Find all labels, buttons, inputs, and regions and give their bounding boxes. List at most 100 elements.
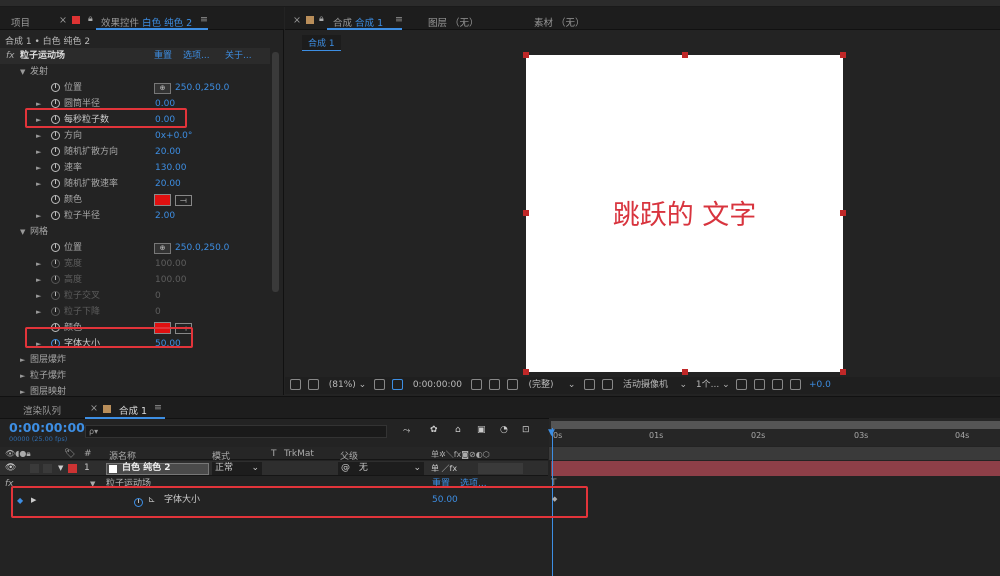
tab-timeline-comp[interactable]: 合成 1 bbox=[119, 403, 147, 417]
views-select[interactable]: 1个... ⌄ bbox=[696, 380, 730, 390]
graph-editor-icon[interactable]: ⊡ bbox=[522, 425, 530, 435]
group-grid[interactable]: ▼ 网格 bbox=[0, 224, 48, 240]
prop-value[interactable]: 2.00 bbox=[155, 208, 175, 224]
section-layer-explode[interactable]: ► 图层爆炸 bbox=[0, 352, 66, 368]
transform-handle[interactable] bbox=[523, 210, 529, 216]
transform-handle[interactable] bbox=[840, 369, 846, 375]
camera-select[interactable]: 活动摄像机 ⌄ bbox=[623, 380, 687, 390]
camera-icon[interactable] bbox=[470, 379, 482, 390]
monitor-icon[interactable] bbox=[307, 379, 319, 390]
prop-value[interactable]: 250.0,250.0 bbox=[175, 80, 229, 96]
comp-canvas[interactable]: 跳跃的 文字 bbox=[526, 55, 843, 372]
expand-right-icon[interactable]: ► bbox=[36, 144, 46, 160]
color-swatch[interactable] bbox=[154, 194, 171, 206]
tab-project[interactable]: 项目 bbox=[11, 15, 30, 29]
close-icon[interactable]: × bbox=[293, 15, 301, 26]
tab-composition[interactable]: 合成 合成 1 bbox=[333, 15, 383, 29]
eyedropper-icon[interactable]: ⟞ bbox=[175, 195, 192, 206]
prop-grid-position[interactable]: 位置 ⊕ 250.0,250.0 bbox=[0, 240, 229, 256]
expand-down-icon[interactable]: ▼ bbox=[20, 64, 30, 80]
comp-flow-icon[interactable]: ⤳ bbox=[403, 426, 410, 436]
snapshot-icon[interactable] bbox=[290, 379, 301, 390]
close-icon[interactable]: × bbox=[90, 403, 98, 414]
channel-icon[interactable] bbox=[488, 379, 500, 390]
effect-about-button[interactable]: 关于... bbox=[225, 48, 252, 64]
pickwhip-icon[interactable]: @ bbox=[341, 463, 350, 473]
section-particle-explode[interactable]: ► 粒子爆炸 bbox=[0, 368, 66, 384]
expand-down-icon[interactable]: ▼ bbox=[20, 224, 30, 240]
transform-handle[interactable] bbox=[682, 52, 688, 58]
prop-random-velocity[interactable]: ► 随机扩散速率 20.00 bbox=[0, 176, 181, 192]
expand-right-icon[interactable]: ► bbox=[20, 352, 30, 368]
group-emit[interactable]: ▼ 发射 bbox=[0, 64, 48, 80]
stopwatch-icon[interactable] bbox=[51, 211, 60, 220]
transparency-grid-icon[interactable] bbox=[602, 379, 614, 390]
prop-value[interactable]: 130.00 bbox=[155, 160, 187, 176]
crosshair-icon[interactable]: ⊕ bbox=[154, 83, 171, 94]
motion-blur-icon[interactable]: ◔ bbox=[500, 425, 508, 435]
timecode-display[interactable]: 0:00:00:00 bbox=[413, 380, 462, 390]
expand-down-icon[interactable]: ▼ bbox=[58, 461, 63, 476]
timeline-icon[interactable] bbox=[754, 379, 766, 390]
timeline-timecode[interactable]: 0:00:00:00 bbox=[9, 420, 85, 435]
reset-exposure-icon[interactable] bbox=[790, 379, 802, 390]
canvas-text[interactable]: 跳跃的 文字 bbox=[526, 193, 843, 232]
prop-velocity[interactable]: ► 速率 130.00 bbox=[0, 160, 187, 176]
timeline-search-input[interactable]: ρ▾ bbox=[85, 425, 387, 438]
color-wheel-icon[interactable] bbox=[506, 379, 518, 390]
layer-switches[interactable]: 单 ／fx bbox=[431, 461, 457, 476]
zoom-select[interactable]: (81%) ⌄ bbox=[329, 380, 366, 390]
stopwatch-icon[interactable] bbox=[51, 147, 60, 156]
playhead-icon[interactable]: ▼ bbox=[548, 428, 555, 438]
fast-preview-icon[interactable] bbox=[736, 379, 748, 390]
prop-emit-color[interactable]: 颜色 ⟞ bbox=[0, 192, 192, 208]
close-icon[interactable]: × bbox=[59, 15, 67, 26]
expand-right-icon[interactable]: ► bbox=[20, 368, 30, 384]
resolution-select[interactable]: (完整) ⌄ bbox=[529, 380, 576, 390]
transform-handle[interactable] bbox=[682, 369, 688, 375]
prop-value[interactable]: 20.00 bbox=[155, 144, 181, 160]
prop-value[interactable]: 0x+0.0° bbox=[155, 128, 192, 144]
lock-icon[interactable]: 🔒︎ bbox=[88, 14, 93, 24]
work-area-bar[interactable] bbox=[551, 421, 1000, 429]
prop-particle-radius[interactable]: ► 粒子半径 2.00 bbox=[0, 208, 175, 224]
expand-right-icon[interactable]: ► bbox=[36, 160, 46, 176]
shy-icon[interactable]: ⌂ bbox=[455, 425, 461, 435]
stopwatch-icon[interactable] bbox=[51, 99, 60, 108]
prop-emit-position[interactable]: 位置 ⊕ 250.0,250.0 bbox=[0, 80, 229, 96]
lock-icon[interactable]: 🔒︎ bbox=[319, 14, 324, 24]
flowchart-icon[interactable] bbox=[772, 379, 784, 390]
tab-effect-controls[interactable]: 效果控件 白色 纯色 2 bbox=[101, 15, 192, 29]
stopwatch-icon[interactable] bbox=[51, 179, 60, 188]
exposure-value[interactable]: +0.0 bbox=[809, 380, 831, 390]
prop-random-direction[interactable]: ► 随机扩散方向 20.00 bbox=[0, 144, 181, 160]
grid-icon[interactable] bbox=[374, 379, 386, 390]
lock-toggle[interactable] bbox=[43, 464, 52, 473]
transform-handle[interactable] bbox=[523, 52, 529, 58]
fx-icon[interactable]: fx bbox=[6, 48, 15, 64]
scrollbar-thumb[interactable] bbox=[272, 52, 279, 292]
tab-render-queue[interactable]: 渲染队列 bbox=[23, 403, 61, 417]
stopwatch-icon[interactable] bbox=[51, 83, 60, 92]
layer-switch-boxes[interactable] bbox=[478, 463, 523, 474]
draft-3d-icon[interactable]: ✿ bbox=[430, 425, 438, 435]
panel-menu-icon[interactable]: ≡ bbox=[200, 14, 208, 25]
panel-menu-icon[interactable]: ≡ bbox=[154, 402, 162, 413]
transform-handle[interactable] bbox=[523, 369, 529, 375]
effect-options-button[interactable]: 选项... bbox=[183, 48, 210, 64]
effect-reset-button[interactable]: 重置 bbox=[154, 48, 172, 64]
stopwatch-icon[interactable] bbox=[51, 243, 60, 252]
prop-direction[interactable]: ► 方向 0x+0.0° bbox=[0, 128, 192, 144]
col-trkmat[interactable]: TrkMat bbox=[284, 449, 314, 459]
layer-name[interactable]: 白色 纯色 2 bbox=[122, 461, 171, 476]
tab-layer[interactable]: 图层 （无） bbox=[428, 15, 479, 29]
stopwatch-icon[interactable] bbox=[51, 131, 60, 140]
effect-header-row[interactable]: fx 粒子运动场 重置 选项... 关于... bbox=[0, 48, 270, 64]
crosshair-icon[interactable]: ⊕ bbox=[154, 243, 171, 254]
eye-icon[interactable]: 👁︎ bbox=[5, 461, 16, 476]
transform-handle[interactable] bbox=[840, 52, 846, 58]
expand-right-icon[interactable]: ► bbox=[36, 176, 46, 192]
layer-mode-select[interactable]: 正常 ⌄ bbox=[212, 462, 262, 475]
layer-row[interactable]: 👁︎ ▼ 1 白色 纯色 2 正常 ⌄ @ 无 ⌄ 单 ／fx bbox=[0, 461, 548, 476]
panel-menu-icon[interactable]: ≡ bbox=[395, 14, 403, 25]
